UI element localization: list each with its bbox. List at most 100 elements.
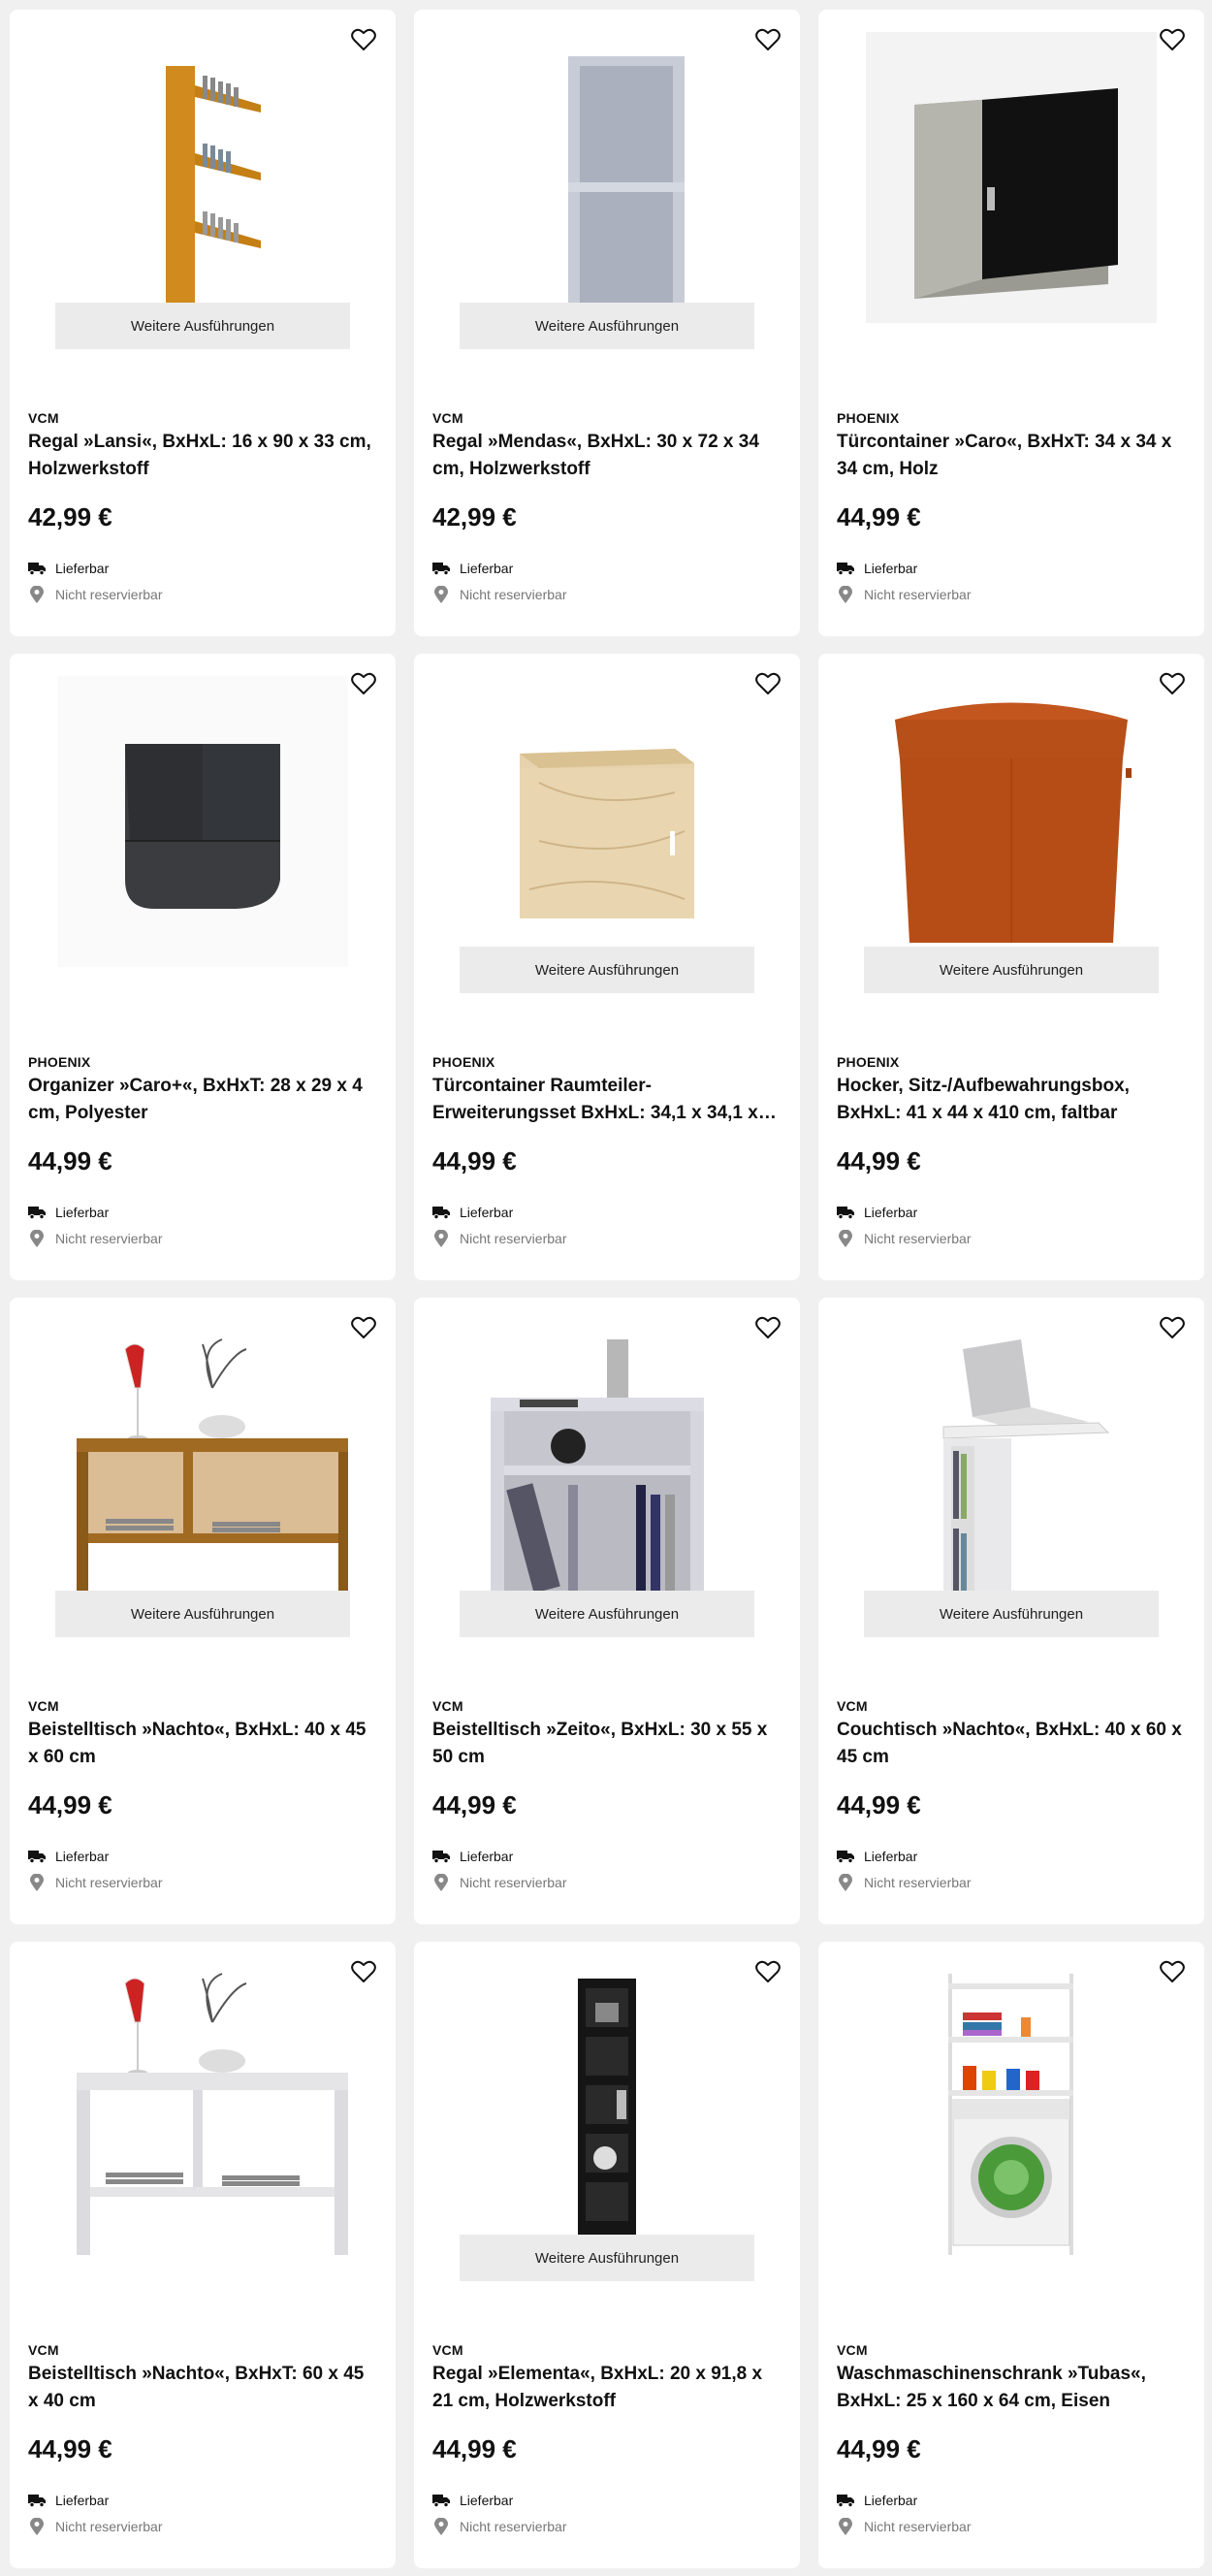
truck-icon [837,1848,854,1865]
heart-icon[interactable] [347,1955,380,1988]
delivery-status: Lieferbar [432,1848,513,1865]
product-image[interactable] [414,10,800,344]
truck-icon [432,2492,450,2509]
delivery-label: Lieferbar [864,561,918,576]
reservation-status: Nicht reservierbar [432,2518,566,2535]
product-title[interactable]: Organizer »Caro+«, BxHxT: 28 x 29 x 4 cm… [28,1073,379,1127]
reserve-label: Nicht reservierbar [55,1231,163,1246]
heart-icon[interactable] [751,1311,784,1344]
product-image[interactable] [818,1942,1204,2276]
delivery-label: Lieferbar [460,1205,514,1220]
product-title[interactable]: Regal »Lansi«, BxHxL: 16 x 90 x 33 cm, H… [28,429,379,483]
delivery-status: Lieferbar [837,2492,917,2509]
heart-icon[interactable] [347,667,380,700]
reserve-label: Nicht reservierbar [460,2519,567,2534]
product-card[interactable]: Weitere Ausführungen VCM Regal »Lansi«, … [10,10,396,636]
truck-icon [432,1204,450,1221]
truck-icon [28,560,46,577]
product-image[interactable] [10,654,396,988]
reservation-status: Nicht reservierbar [837,1874,971,1891]
delivery-status: Lieferbar [432,560,513,577]
truck-icon [837,560,854,577]
product-card[interactable]: Weitere Ausführungen VCM Regal »Elementa… [414,1942,800,2568]
product-image[interactable] [10,10,396,344]
product-title[interactable]: Türcontainer »Caro«, BxHxT: 34 x 34 x 34… [837,429,1188,483]
heart-icon[interactable] [1156,1955,1189,1988]
more-variants-button[interactable]: Weitere Ausführungen [55,303,350,349]
product-price: 44,99 € [28,1790,112,1819]
location-pin-icon [837,2518,854,2535]
location-pin-icon [28,2518,46,2535]
product-card[interactable]: Weitere Ausführungen VCM Couchtisch »Nac… [818,1298,1204,1924]
product-title[interactable]: Beistelltisch »Zeito«, BxHxL: 30 x 55 x … [432,1717,783,1771]
truck-icon [432,1848,450,1865]
heart-icon[interactable] [1156,23,1189,56]
more-variants-button[interactable]: Weitere Ausführungen [864,947,1159,993]
product-title[interactable]: Regal »Mendas«, BxHxL: 30 x 72 x 34 cm, … [432,429,783,483]
more-variants-button[interactable]: Weitere Ausführungen [460,1591,754,1637]
product-grid: Weitere Ausführungen VCM Regal »Lansi«, … [10,10,1204,2568]
product-price: 44,99 € [837,1790,921,1819]
product-card[interactable]: Weitere Ausführungen PHOENIX Hocker, Sit… [818,654,1204,1280]
product-card[interactable]: VCM Beistelltisch »Nachto«, BxHxT: 60 x … [10,1942,396,2568]
product-image[interactable] [414,1942,800,2276]
product-image[interactable] [818,10,1204,344]
location-pin-icon [28,586,46,603]
product-title[interactable]: Beistelltisch »Nachto«, BxHxL: 40 x 45 x… [28,1717,379,1771]
product-price: 44,99 € [837,1146,921,1175]
product-brand: VCM [837,1698,868,1714]
heart-icon[interactable] [347,1311,380,1344]
product-card[interactable]: VCM Waschmaschinenschrank »Tubas«, BxHxL… [818,1942,1204,2568]
location-pin-icon [28,1874,46,1891]
product-image[interactable] [10,1298,396,1632]
reservation-status: Nicht reservierbar [28,1874,162,1891]
more-variants-button[interactable]: Weitere Ausführungen [460,2235,754,2281]
product-image[interactable] [414,654,800,988]
heart-icon[interactable] [347,23,380,56]
product-brand: PHOENIX [837,410,900,426]
product-title[interactable]: Waschmaschinenschrank »Tubas«, BxHxL: 25… [837,2361,1188,2415]
product-image[interactable] [818,1298,1204,1632]
delivery-status: Lieferbar [837,560,917,577]
more-variants-button[interactable]: Weitere Ausführungen [460,303,754,349]
more-variants-button[interactable]: Weitere Ausführungen [460,947,754,993]
heart-icon[interactable] [751,23,784,56]
more-variants-button[interactable]: Weitere Ausführungen [864,1591,1159,1637]
reservation-status: Nicht reservierbar [432,586,566,603]
delivery-status: Lieferbar [28,560,109,577]
heart-icon[interactable] [751,1955,784,1988]
reserve-label: Nicht reservierbar [460,587,567,602]
product-card[interactable]: PHOENIX Organizer »Caro+«, BxHxT: 28 x 2… [10,654,396,1280]
delivery-label: Lieferbar [55,1205,110,1220]
heart-icon[interactable] [751,667,784,700]
delivery-label: Lieferbar [864,1205,918,1220]
heart-icon[interactable] [1156,667,1189,700]
delivery-label: Lieferbar [55,2493,110,2508]
product-image[interactable] [10,1942,396,2276]
delivery-status: Lieferbar [432,2492,513,2509]
more-variants-button[interactable]: Weitere Ausführungen [55,1591,350,1637]
product-card[interactable]: Weitere Ausführungen VCM Beistelltisch »… [414,1298,800,1924]
location-pin-icon [28,1230,46,1247]
product-card[interactable]: Weitere Ausführungen PHOENIX Türcontaine… [414,654,800,1280]
product-card[interactable]: Weitere Ausführungen VCM Regal »Mendas«,… [414,10,800,636]
product-image[interactable] [414,1298,800,1632]
reserve-label: Nicht reservierbar [55,1875,163,1890]
product-title[interactable]: Hocker, Sitz-/Aufbewahrungsbox, BxHxL: 4… [837,1073,1188,1127]
product-title[interactable]: Couchtisch »Nachto«, BxHxL: 40 x 60 x 45… [837,1717,1188,1771]
product-card[interactable]: PHOENIX Türcontainer »Caro«, BxHxT: 34 x… [818,10,1204,636]
reservation-status: Nicht reservierbar [28,1230,162,1247]
product-title[interactable]: Regal »Elementa«, BxHxL: 20 x 91,8 x 21 … [432,2361,783,2415]
product-image[interactable] [818,654,1204,988]
product-price: 44,99 € [28,2434,112,2463]
delivery-status: Lieferbar [432,1204,513,1221]
product-title[interactable]: Türcontainer Raumteiler-Erweiterungsset … [432,1073,783,1127]
reservation-status: Nicht reservierbar [28,2518,162,2535]
heart-icon[interactable] [1156,1311,1189,1344]
product-title[interactable]: Beistelltisch »Nachto«, BxHxT: 60 x 45 x… [28,2361,379,2415]
product-card[interactable]: Weitere Ausführungen VCM Beistelltisch »… [10,1298,396,1924]
product-brand: VCM [28,410,59,426]
reservation-status: Nicht reservierbar [837,586,971,603]
location-pin-icon [837,1230,854,1247]
delivery-status: Lieferbar [28,1848,109,1865]
